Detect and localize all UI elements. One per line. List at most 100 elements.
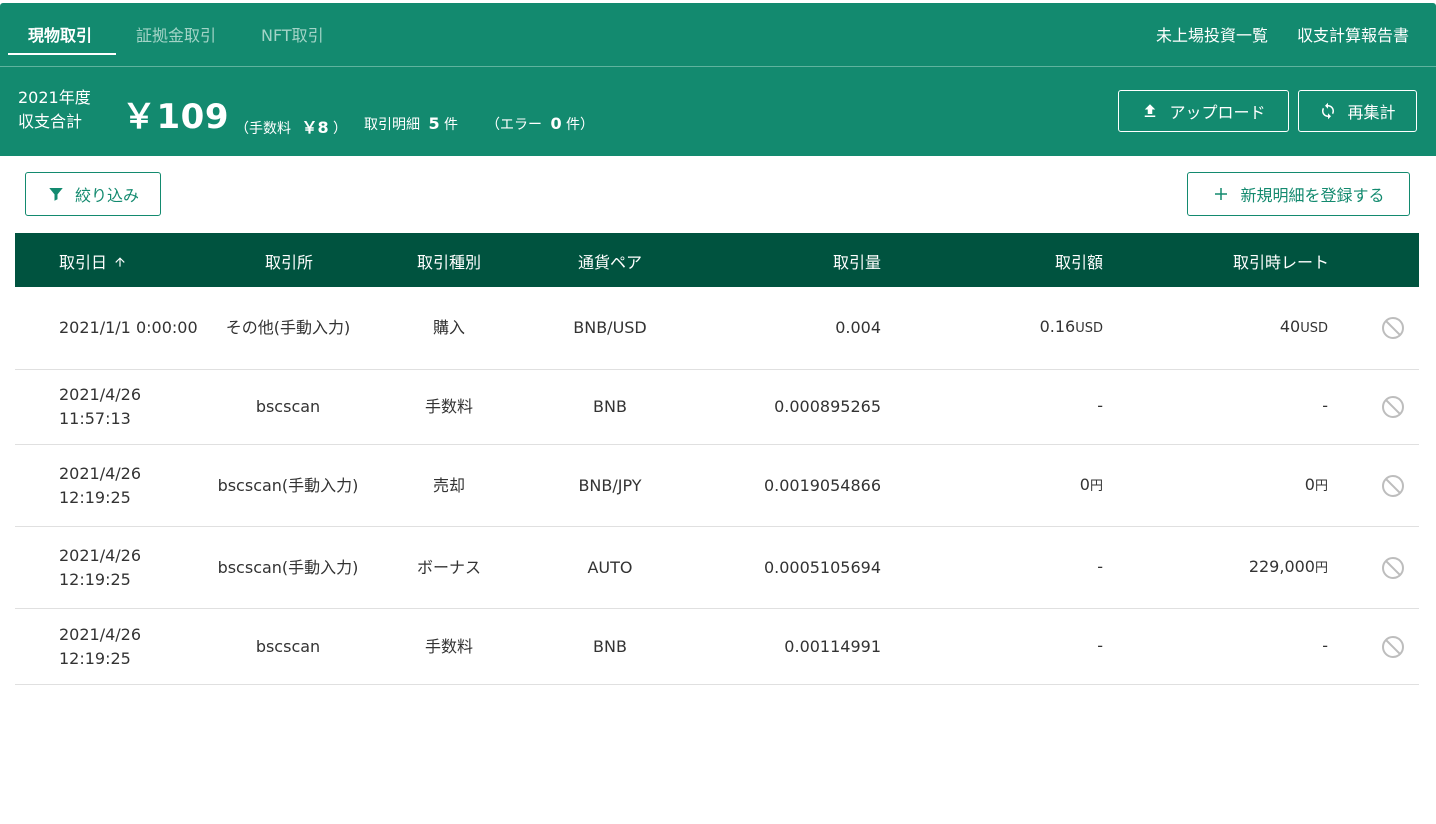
header-quantity[interactable]: 取引量	[833, 249, 881, 273]
amount-unit: 円	[1089, 478, 1103, 494]
cell-quantity: 0.0005105694	[763, 557, 881, 577]
summary-bar: 2021年度 収支合計 ￥109 （手数料 ￥8 ） 取引明細 5 件 （エラー…	[0, 67, 1436, 156]
cell-exchange: bscscan	[255, 397, 321, 416]
table-header: 取引日 取引所 取引種別 通貨ペア 取引量 取引額 取引時レート	[15, 233, 1419, 287]
amount-unit: USD	[1075, 321, 1103, 336]
header-rate[interactable]: 取引時レート	[1233, 249, 1329, 273]
cell-rate: 40USD	[1280, 315, 1328, 341]
fee-prefix: （手数料	[235, 121, 291, 137]
cell-amount: -	[1097, 634, 1103, 660]
sort-ascending-icon	[115, 257, 125, 267]
cell-pair: BNB/USD	[573, 318, 647, 337]
rate-unit: 円	[1314, 478, 1328, 494]
tab-spot-trading[interactable]: 現物取引	[28, 22, 92, 46]
add-entry-label: 新規明細を登録する	[1240, 186, 1385, 205]
fee-summary: （手数料 ￥8 ）	[235, 114, 347, 138]
fiscal-year: 2021年度	[18, 88, 91, 107]
error-value: 0	[550, 114, 562, 133]
top-nav: 現物取引 証拠金取引 NFT取引 未上場投資一覧 収支計算報告書	[0, 3, 1436, 67]
cell-quantity: 0.0019054866	[763, 475, 881, 495]
disable-row-icon[interactable]	[1381, 395, 1405, 419]
table-row: 2021/4/26 12:19:25 bscscan(手動入力) 売却 BNB/…	[15, 445, 1419, 527]
error-summary: （エラー 0 件）	[486, 114, 594, 134]
rate-unit: USD	[1300, 321, 1328, 336]
amount-value: -	[1097, 396, 1103, 415]
header-exchange[interactable]: 取引所	[265, 249, 313, 273]
rate-value: 229,000	[1248, 556, 1315, 576]
upload-button[interactable]: アップロード	[1118, 90, 1289, 132]
cell-exchange: bscscan	[255, 636, 321, 656]
cell-amount: -	[1097, 555, 1103, 581]
cell-amount: 0.16USD	[1040, 315, 1103, 341]
cell-type: 手数料	[424, 636, 474, 656]
unlisted-investments-link[interactable]: 未上場投資一覧	[1156, 22, 1268, 46]
add-entry-button[interactable]: 新規明細を登録する	[1187, 172, 1410, 216]
upload-icon	[1145, 104, 1156, 117]
refresh-icon	[1322, 102, 1335, 120]
income-report-link[interactable]: 収支計算報告書	[1297, 22, 1409, 46]
error-suffix: 件）	[566, 117, 595, 133]
filter-button[interactable]: 絞り込み	[25, 172, 161, 216]
disable-row-icon[interactable]	[1381, 316, 1405, 340]
active-tab-indicator	[8, 53, 116, 55]
cell-type: 手数料	[424, 397, 474, 416]
amount-value: -	[1097, 635, 1103, 655]
table-row: 2021/4/26 12:19:25 bscscan 手数料 BNB 0.001…	[15, 609, 1419, 685]
recalculate-label: 再集計	[1347, 103, 1396, 122]
header-type[interactable]: 取引種別	[417, 249, 481, 273]
table-row: 2021/4/26 11:57:13 bscscan 手数料 BNB 0.000…	[15, 370, 1419, 445]
disable-row-icon[interactable]	[1381, 556, 1405, 580]
cell-type: 売却	[432, 475, 466, 495]
header-date[interactable]: 取引日	[59, 249, 127, 273]
rate-unit: 円	[1314, 560, 1328, 576]
cell-amount: 0円	[1080, 473, 1103, 499]
count-unit: 件	[444, 117, 459, 133]
header-pair[interactable]: 通貨ペア	[578, 249, 642, 273]
cell-pair: BNB/JPY	[578, 475, 642, 495]
error-prefix: （エラー	[486, 117, 542, 133]
disable-row-icon[interactable]	[1381, 474, 1405, 498]
fiscal-year-label: 2021年度 収支合計	[18, 86, 91, 134]
fee-value: ￥8	[301, 118, 329, 137]
rate-value: 0	[1304, 474, 1315, 494]
table-row: 2021/4/26 12:19:25 bscscan(手動入力) ボーナス AU…	[15, 527, 1419, 609]
amount-value: -	[1097, 556, 1103, 576]
plus-icon	[1215, 188, 1228, 200]
upload-label: アップロード	[1169, 103, 1266, 122]
count-label: 取引明細	[364, 117, 420, 133]
filter-label: 絞り込み	[74, 186, 139, 205]
rate-value: -	[1322, 396, 1328, 415]
amount-value: 0.16	[1039, 317, 1076, 336]
count-value: 5	[428, 114, 440, 133]
cell-rate: -	[1322, 394, 1328, 420]
cell-exchange: bscscan(手動入力)	[217, 475, 359, 495]
amount-value: 0	[1079, 474, 1090, 494]
cell-date: 2021/1/1 0:00:00	[59, 318, 198, 337]
cell-pair: BNB	[593, 636, 627, 656]
cell-exchange: bscscan(手動入力)	[217, 557, 359, 577]
total-label: 収支合計	[18, 112, 83, 131]
count-summary: 取引明細 5 件	[364, 114, 458, 134]
cell-date: 2021/4/26 12:19:25	[59, 624, 142, 668]
header-amount[interactable]: 取引額	[1055, 249, 1103, 273]
tab-nft-trading[interactable]: NFT取引	[261, 22, 324, 46]
cell-quantity: 0.000895265	[774, 397, 881, 416]
cell-amount: -	[1097, 394, 1103, 420]
cell-quantity: 0.00114991	[784, 636, 881, 656]
cell-type: 購入	[432, 318, 466, 337]
total-amount: ￥109	[122, 97, 229, 137]
rate-value: -	[1322, 635, 1328, 655]
cell-exchange: その他(手動入力)	[225, 318, 351, 337]
header-date-label: 取引日	[59, 253, 108, 272]
cell-quantity: 0.004	[835, 318, 881, 337]
cell-date: 2021/4/26 11:57:13	[59, 385, 142, 428]
cell-rate: 229,000円	[1249, 555, 1328, 581]
cell-type: ボーナス	[416, 557, 482, 577]
table-row: 2021/1/1 0:00:00 その他(手動入力) 購入 BNB/USD 0.…	[15, 287, 1419, 370]
disable-row-icon[interactable]	[1381, 635, 1405, 659]
recalculate-button[interactable]: 再集計	[1298, 90, 1417, 132]
tab-margin-trading[interactable]: 証拠金取引	[136, 22, 216, 46]
rate-value: 40	[1279, 317, 1301, 336]
cell-date: 2021/4/26 12:19:25	[59, 463, 142, 507]
cell-rate: 0円	[1305, 473, 1328, 499]
